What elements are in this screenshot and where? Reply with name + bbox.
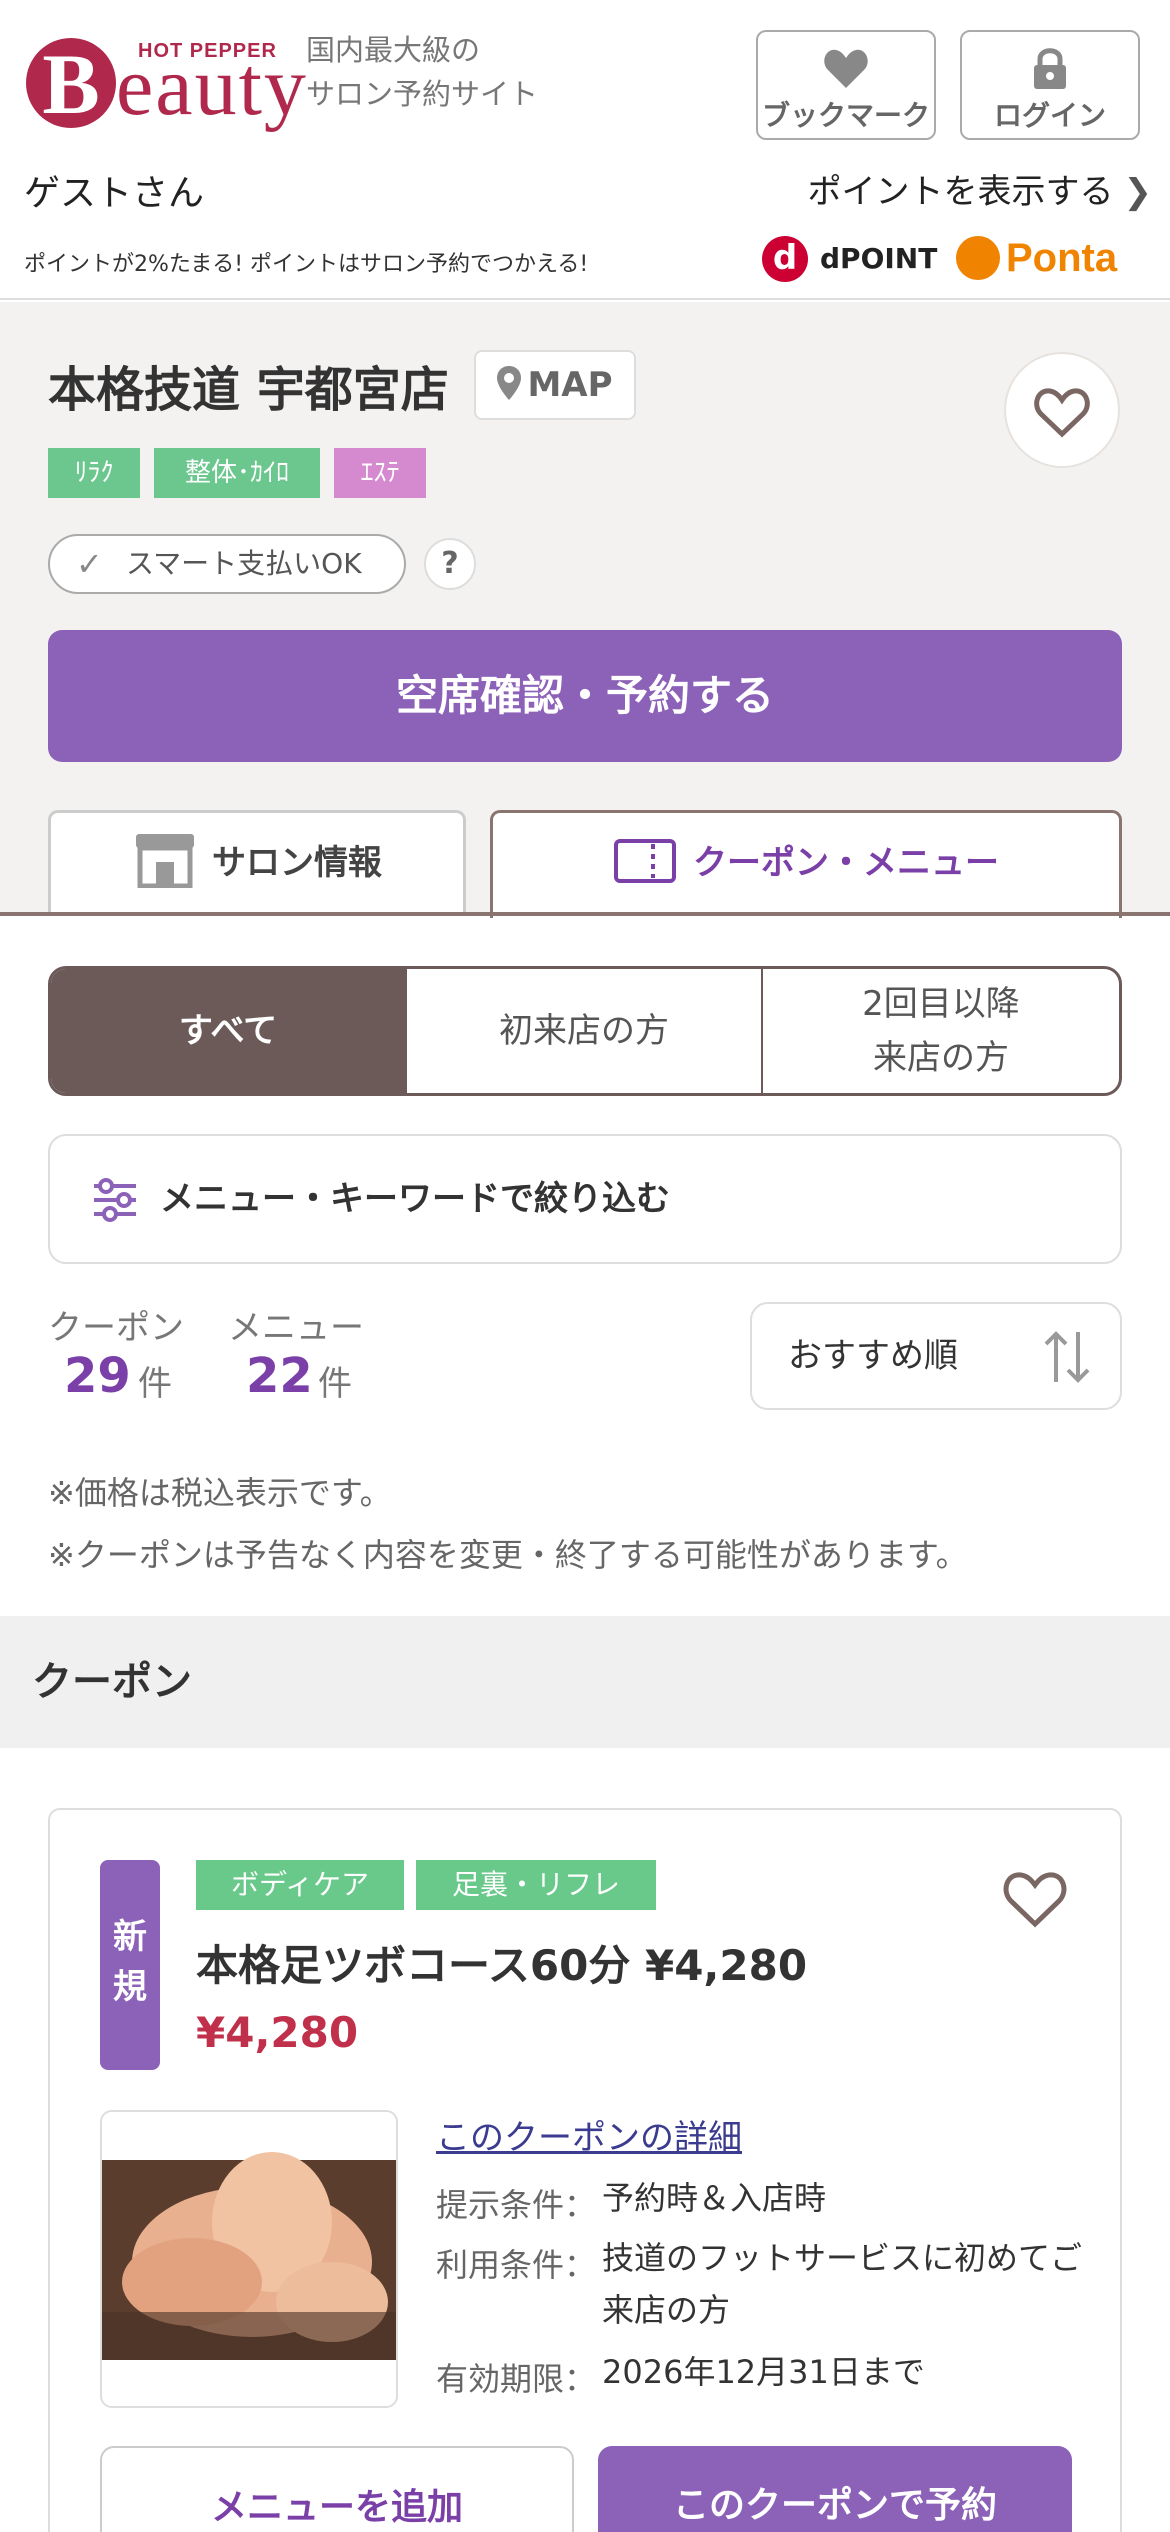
lock-icon [1034, 48, 1066, 89]
sort-select[interactable]: おすすめ順 [750, 1302, 1122, 1410]
presentation-condition-label: 提示条件： [436, 2186, 597, 2224]
segment-all[interactable]: すべて [51, 969, 405, 1093]
genre-tag-relax: ﾘﾗｸ [48, 448, 140, 498]
coupon-icon [614, 839, 676, 883]
expiry-value: 2026年12月31日まで [602, 2353, 925, 2391]
salon-summary: 本格技道 宇都宮店 MAP ﾘﾗｸ 整体･ｶｲﾛ ｴｽﾃ ✓ スマート支払いOK… [0, 302, 1170, 918]
genre-tag-esthe: ｴｽﾃ [334, 448, 426, 498]
tagline-line1: 国内最大級の [306, 33, 481, 67]
visitor-segment-control: すべて 初来店の方 2回目以降 来店の方 [48, 966, 1122, 1096]
new-customer-badge: 新規 [100, 1860, 160, 2070]
book-with-coupon-button[interactable]: このクーポンで予約 [598, 2446, 1072, 2532]
storefront-icon [136, 834, 194, 889]
dpoint-d: d [820, 242, 841, 275]
tagline-line2: サロン予約サイト [306, 77, 539, 111]
favorite-salon-button[interactable] [1004, 352, 1120, 468]
map-label: MAP [527, 365, 613, 405]
heart-outline-icon [1034, 388, 1090, 438]
chevron-right-icon: ❯ [1123, 172, 1153, 212]
brand-logo-text[interactable]: eauty [116, 42, 308, 132]
tab-coupon-menu-label: クーポン・メニュー [693, 843, 999, 883]
heart-icon [824, 49, 868, 88]
tab-salon-info-label: サロン情報 [212, 843, 382, 883]
sliders-icon [94, 1178, 136, 1222]
smart-pay-badge: ✓ スマート支払いOK [48, 534, 406, 594]
coupon-change-note: ※クーポンは予告なく内容を変更・終了する可能性があります。 [48, 1536, 968, 1574]
map-button[interactable]: MAP [474, 350, 636, 420]
sort-arrows-icon [1044, 1331, 1090, 1383]
tab-salon-info[interactable]: サロン情報 [48, 810, 466, 914]
menu-count: 22 [246, 1348, 313, 1404]
coupon-detail-link[interactable]: このクーポンの詳細 [436, 2110, 742, 2159]
tax-note: ※価格は税込表示です。 [48, 1474, 392, 1512]
keyword-filter-button[interactable]: メニュー・キーワードで絞り込む [48, 1134, 1122, 1264]
coupon-photo[interactable] [100, 2110, 398, 2408]
presentation-condition-value: 予約時＆入店時 [602, 2179, 827, 2217]
coupon-count-label: クーポン [48, 1308, 184, 1348]
add-menu-button[interactable]: メニューを追加 [100, 2446, 574, 2532]
new-badge-text: 新規 [113, 1917, 147, 2007]
tab-coupon-menu[interactable]: クーポン・メニュー [490, 810, 1122, 918]
coupon-favorite-heart-icon[interactable] [1002, 1870, 1068, 1928]
foot-massage-image [102, 2112, 396, 2406]
map-pin-icon [497, 366, 522, 400]
brand-logo-initial[interactable]: B [26, 38, 116, 130]
segment-first-visit[interactable]: 初来店の方 [405, 969, 761, 1093]
check-icon: ✓ [76, 545, 103, 583]
salon-name: 本格技道 宇都宮店 [48, 362, 449, 418]
usage-condition-label: 利用条件： [436, 2246, 597, 2284]
show-points-label: ポイントを表示する [807, 172, 1114, 212]
menu-count-unit: 件 [318, 1364, 352, 1404]
points-promo-text: ポイントが2%たまる! ポイントはサロン予約でつかえる! [24, 252, 589, 277]
site-tagline: 国内最大級の サロン予約サイト [306, 28, 538, 116]
coupon-count-unit: 件 [138, 1364, 172, 1404]
genre-tag-seitai: 整体･ｶｲﾛ [154, 448, 320, 498]
login-label: ログイン [993, 99, 1106, 132]
ponta-face-icon [956, 236, 1000, 280]
coupon-tag-foot-reflex: 足裏・リフレ [416, 1860, 656, 1910]
smart-pay-label: スマート支払いOK [126, 547, 362, 580]
coupon-card: 新規 ボディケア 足裏・リフレ 本格足ツボコース60分 ¥4,280 ¥4,28… [48, 1808, 1122, 2532]
help-icon[interactable]: ? [424, 538, 476, 590]
coupon-count: 29 [64, 1348, 131, 1404]
dpoint-mark: d [762, 236, 808, 282]
dpoint-text: dPOINT [820, 242, 937, 275]
reserve-button[interactable]: 空席確認・予約する [48, 630, 1122, 762]
bookmark-label: ブックマーク [761, 99, 930, 132]
show-points-link[interactable]: ポイントを表示する ❯ [808, 164, 1153, 213]
tab-underline [0, 912, 1170, 916]
coupon-section-heading: クーポン [0, 1616, 1170, 1748]
menu-count-label: メニュー [228, 1308, 364, 1348]
expiry-label: 有効期限： [436, 2360, 597, 2398]
ponta-text: Ponta [1006, 236, 1118, 280]
bookmark-button[interactable]: ブックマーク [756, 30, 936, 140]
site-header: B HOT PEPPER eauty 国内最大級の サロン予約サイト ブックマー… [0, 0, 1170, 300]
coupon-tag-bodycare: ボディケア [196, 1860, 404, 1910]
guest-name: ゲストさん [24, 173, 205, 214]
sort-label: おすすめ順 [788, 1336, 958, 1376]
dpoint-word: POINT [840, 242, 938, 275]
keyword-filter-label: メニュー・キーワードで絞り込む [160, 1179, 670, 1219]
segment-repeat-visit[interactable]: 2回目以降 来店の方 [761, 969, 1119, 1093]
usage-condition-value: 技道のフットサービスに初めてご来店の方 [602, 2239, 1083, 2329]
coupon-price: ¥4,280 [196, 2008, 359, 2057]
coupon-title: 本格足ツボコース60分 ¥4,280 [196, 1941, 808, 1990]
login-button[interactable]: ログイン [960, 30, 1140, 140]
